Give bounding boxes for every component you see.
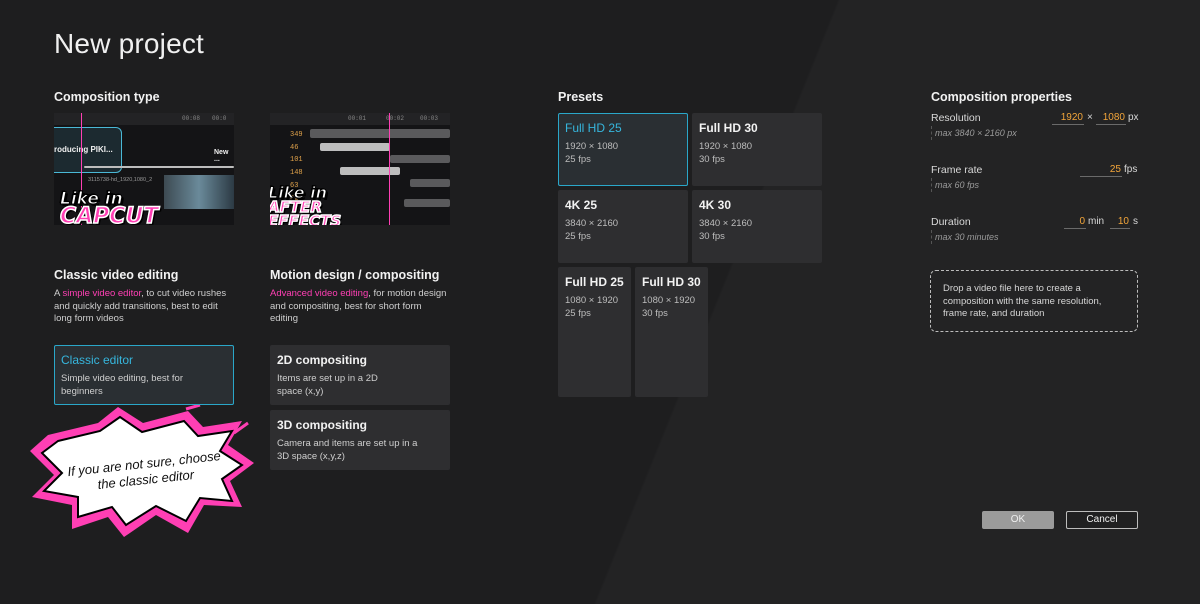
- preset-size: 1080 × 1920: [642, 295, 696, 306]
- layer-track: [390, 155, 450, 163]
- desc-highlight: Advanced video editing: [270, 288, 369, 299]
- classic-editing-thumbnail[interactable]: 00:08 00:0 roducing PIKI... New ... 3115…: [54, 113, 234, 225]
- preset-name: Full HD 25: [565, 275, 624, 289]
- duration-label: Duration: [931, 216, 971, 228]
- resolution-label: Resolution: [931, 112, 981, 124]
- preset-name: Full HD 30: [699, 121, 758, 135]
- clip-title: roducing PIKI...: [54, 145, 113, 154]
- preset-4k-25[interactable]: 4K 25 3840 × 2160 25 fps: [558, 190, 688, 263]
- presets-heading: Presets: [558, 90, 604, 104]
- resolution-width-input[interactable]: 1920: [1052, 112, 1084, 125]
- capcut-sticker: Like in CAPCUT: [59, 190, 159, 225]
- classic-editing-description: A simple video editor, to cut video rush…: [54, 288, 234, 326]
- preset-details: 3840 × 2160 25 fps: [565, 218, 681, 243]
- keyframe-value: 349: [290, 131, 303, 139]
- keyframe-value: 101: [290, 156, 303, 165]
- timeline-track: [84, 166, 234, 168]
- ok-button[interactable]: OK: [982, 511, 1054, 529]
- video-clip-thumbnail: [164, 175, 234, 209]
- frame-rate-unit: fps: [1124, 164, 1138, 175]
- preset-size: 3840 × 2160: [699, 218, 753, 229]
- timeline-ruler: 00:01 00:02 00:03: [270, 113, 450, 125]
- frame-rate-hint-marker: [931, 178, 932, 192]
- preset-details: 1080 × 1920 30 fps: [642, 295, 701, 320]
- preset-name: Full HD 25: [565, 121, 622, 135]
- preset-fps: 25 fps: [565, 153, 591, 165]
- option-title: Classic editor: [61, 353, 134, 367]
- preset-details: 1920 × 1080 25 fps: [565, 141, 681, 166]
- preset-size: 1920 × 1080: [565, 141, 619, 152]
- preset-full-hd-30-portrait[interactable]: Full HD 30 1080 × 1920 30 fps: [635, 267, 708, 397]
- duration-seconds-unit: s: [1133, 216, 1138, 227]
- preset-fps: 30 fps: [699, 153, 725, 165]
- classic-editor-option[interactable]: Classic editor Simple video editing, bes…: [54, 345, 234, 405]
- option-title: 2D compositing: [277, 353, 368, 367]
- duration-seconds-input[interactable]: 10: [1110, 216, 1130, 229]
- composition-type-heading: Composition type: [54, 90, 160, 104]
- ruler-tick: 00:03: [420, 115, 439, 122]
- preset-full-hd-30-landscape[interactable]: Full HD 30 1920 × 1080 30 fps: [692, 113, 822, 186]
- duration-minutes-input[interactable]: 0: [1064, 216, 1086, 229]
- ruler-tick: 00:0: [212, 115, 227, 122]
- motion-design-thumbnail[interactable]: 00:01 00:02 00:03 349 46 101 148 63 42 L…: [270, 113, 450, 225]
- 2d-compositing-option[interactable]: 2D compositing Items are set up in a 2D …: [270, 345, 450, 405]
- preset-fps: 25 fps: [565, 230, 591, 242]
- preset-details: 3840 × 2160 30 fps: [699, 218, 815, 243]
- layer-track: [320, 143, 390, 151]
- after-effects-sticker: Like in AFTER EFFECTS: [270, 184, 398, 225]
- clip-meta: 3115738-hd_1920,1080_2: [88, 177, 153, 183]
- ruler-tick: 00:08: [182, 115, 201, 122]
- layer-track: [310, 129, 450, 138]
- option-title: 3D compositing: [277, 418, 368, 432]
- sticker-bottom-text: AFTER EFFECTS: [270, 198, 342, 225]
- preset-fps: 25 fps: [565, 307, 591, 319]
- resolution-unit: px: [1128, 112, 1139, 123]
- resolution-hint-marker: [931, 126, 932, 140]
- duration-hint-marker: [931, 230, 932, 244]
- keyframe-value: 46: [290, 143, 299, 152]
- preset-size: 3840 × 2160: [565, 218, 619, 229]
- resolution-hint: max 3840 × 2160 px: [935, 128, 1017, 138]
- preset-details: 1920 × 1080 30 fps: [699, 141, 815, 166]
- classic-editing-title: Classic video editing: [54, 268, 179, 282]
- option-description: Camera and items are set up in a 3D spac…: [277, 438, 418, 462]
- properties-heading: Composition properties: [931, 90, 1072, 104]
- layer-track: [404, 199, 450, 207]
- sticker-bottom-text: CAPCUT: [59, 204, 159, 225]
- duration-hint: max 30 minutes: [935, 232, 999, 242]
- motion-design-description: Advanced video editing, for motion desig…: [270, 288, 450, 326]
- preset-size: 1080 × 1920: [565, 295, 619, 306]
- preset-4k-30[interactable]: 4K 30 3840 × 2160 30 fps: [692, 190, 822, 263]
- video-drop-zone[interactable]: Drop a video file here to create a compo…: [930, 270, 1138, 332]
- preset-details: 1080 × 1920 25 fps: [565, 295, 624, 320]
- keyframe-value: 148: [290, 169, 303, 178]
- layer-track: [340, 167, 400, 175]
- frame-rate-hint: max 60 fps: [935, 180, 980, 190]
- 3d-compositing-option[interactable]: 3D compositing Camera and items are set …: [270, 410, 450, 470]
- preset-fps: 30 fps: [642, 307, 668, 319]
- cancel-button[interactable]: Cancel: [1066, 511, 1138, 529]
- resolution-height-input[interactable]: 1080: [1096, 112, 1126, 125]
- frame-rate-label: Frame rate: [931, 164, 983, 176]
- option-description: Simple video editing, best for beginners: [61, 373, 183, 397]
- frame-rate-input[interactable]: 25: [1080, 164, 1122, 177]
- resolution-times: ×: [1087, 112, 1093, 123]
- preset-name: 4K 30: [699, 198, 732, 212]
- preset-full-hd-25-portrait[interactable]: Full HD 25 1080 × 1920 25 fps: [558, 267, 631, 397]
- preset-size: 1920 × 1080: [699, 141, 753, 152]
- page-title: New project: [54, 28, 205, 59]
- option-description: Items are set up in a 2D space (x,y): [277, 373, 378, 397]
- preset-fps: 30 fps: [699, 230, 725, 242]
- desc-highlight: simple video editor: [62, 288, 142, 299]
- layer-track: [410, 179, 450, 187]
- preset-name: 4K 25: [565, 198, 598, 212]
- motion-design-title: Motion design / compositing: [270, 268, 440, 282]
- clip-new: New ...: [214, 149, 229, 163]
- duration-minutes-unit: min: [1088, 216, 1105, 227]
- ruler-tick: 00:01: [348, 115, 367, 122]
- preset-name: Full HD 30: [642, 275, 701, 289]
- preset-full-hd-25-landscape[interactable]: Full HD 25 1920 × 1080 25 fps: [558, 113, 688, 186]
